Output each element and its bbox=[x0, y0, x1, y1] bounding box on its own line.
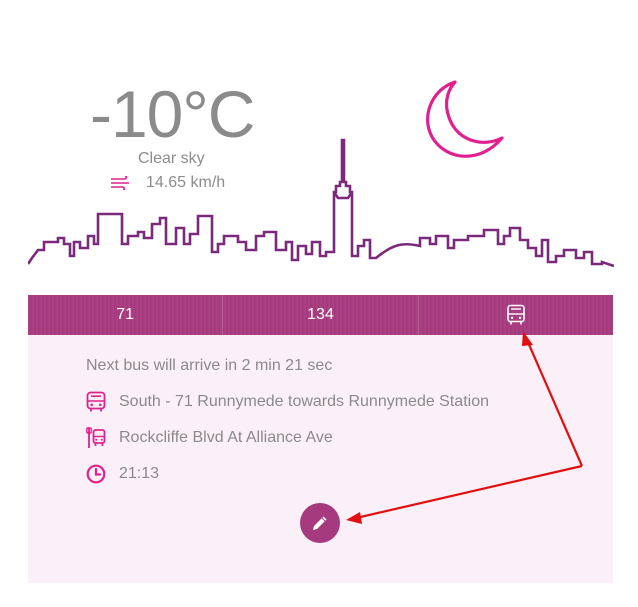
bus-stop-icon bbox=[86, 427, 106, 448]
arrival-countdown: Next bus will arrive in 2 min 21 sec bbox=[86, 357, 333, 374]
pencil-icon bbox=[313, 516, 327, 530]
tab-route-71[interactable]: 71 bbox=[28, 295, 224, 335]
edit-button[interactable] bbox=[300, 503, 340, 543]
bus-icon bbox=[86, 391, 106, 412]
route-description: South - 71 Runnymede towards Runnymede S… bbox=[119, 393, 489, 410]
route-tabs: 71 134 bbox=[28, 295, 613, 335]
clock-icon bbox=[86, 464, 106, 484]
tab-add-bus[interactable] bbox=[419, 295, 613, 335]
scheduled-time: 21:13 bbox=[119, 465, 160, 482]
route-row: South - 71 Runnymede towards Runnymede S… bbox=[86, 391, 489, 413]
stop-row: Rockcliffe Blvd At Alliance Ave bbox=[86, 427, 333, 449]
arrival-panel: Next bus will arrive in 2 min 21 sec Sou… bbox=[28, 335, 613, 583]
city-skyline bbox=[28, 138, 614, 268]
bus-icon bbox=[507, 304, 525, 325]
tab-route-134[interactable]: 134 bbox=[223, 295, 419, 335]
time-row: 21:13 bbox=[86, 463, 159, 485]
stop-name: Rockcliffe Blvd At Alliance Ave bbox=[119, 429, 333, 446]
transit-weather-widget: -10°C Clear sky 14.65 km/h 71 134 Next b… bbox=[0, 0, 638, 607]
